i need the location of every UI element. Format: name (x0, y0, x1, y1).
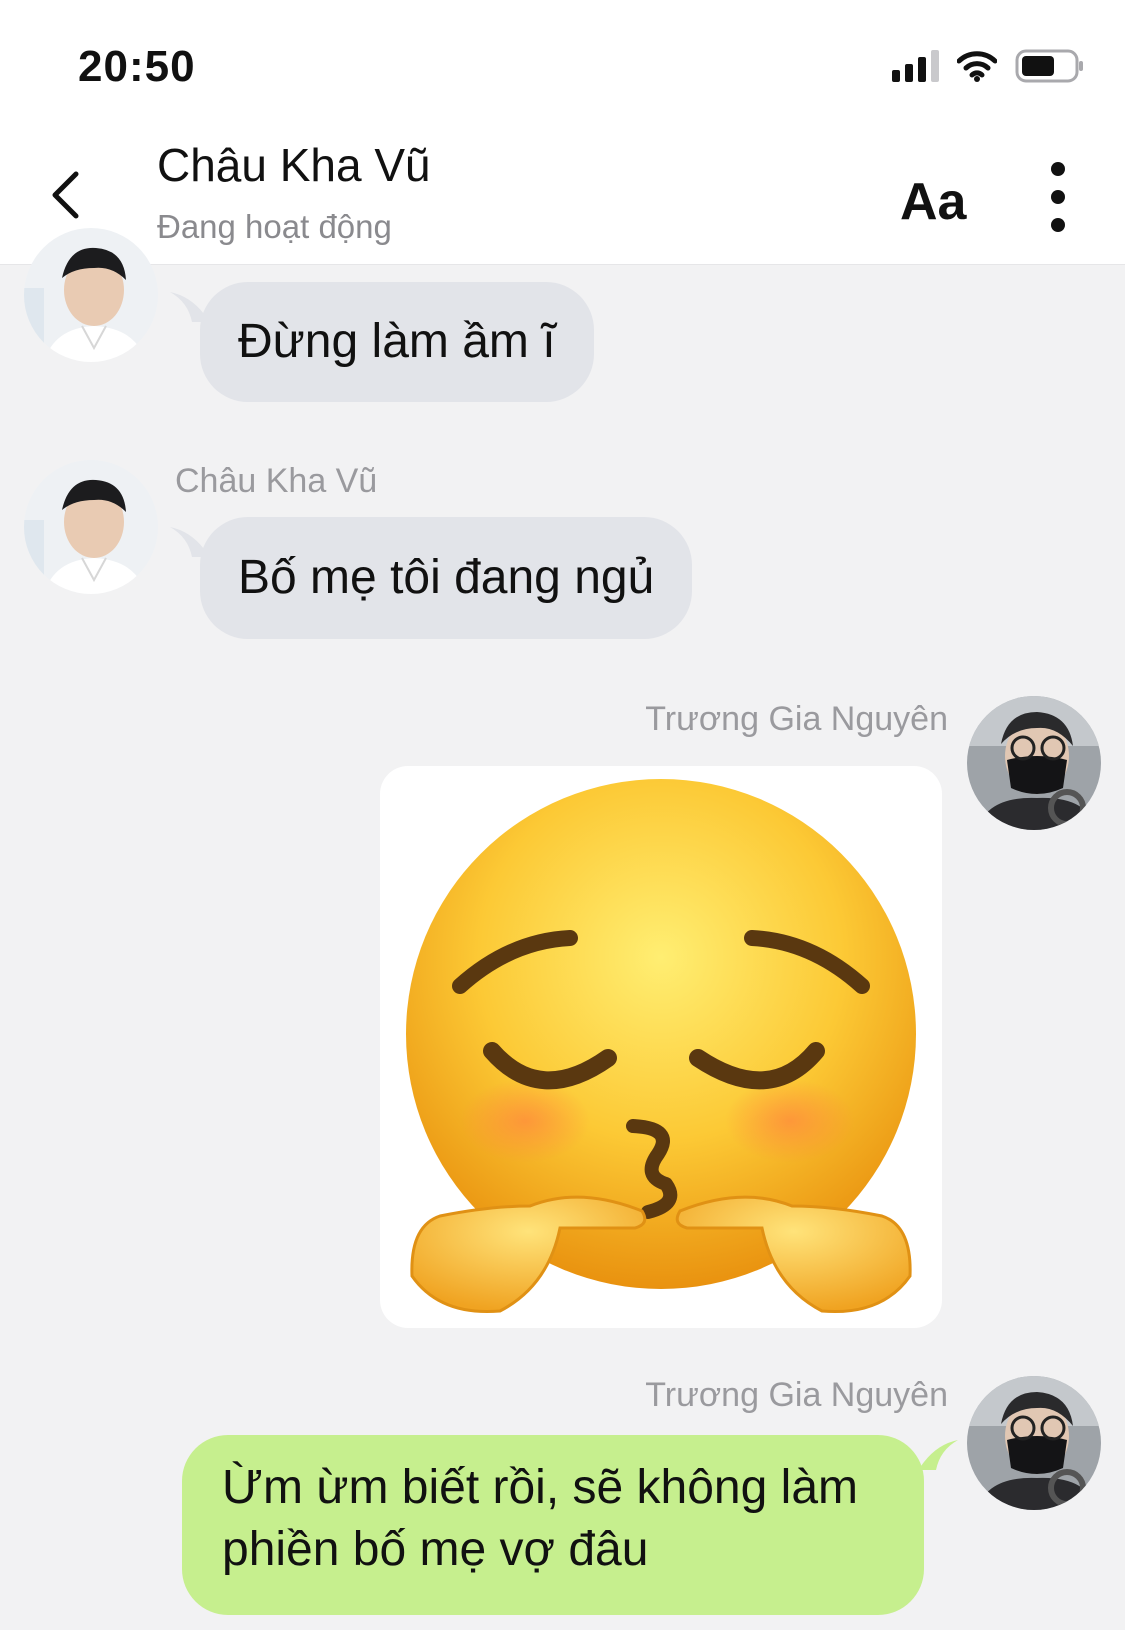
more-dot-icon (1051, 190, 1065, 204)
cellular-signal-icon (892, 50, 939, 82)
status-icons (892, 46, 1085, 86)
message-text: Bố mẹ tôi đang ngủ (238, 551, 655, 604)
more-options-button[interactable] (1040, 162, 1076, 232)
message-bubble-incoming[interactable]: Đừng làm ầm ĩ (200, 282, 594, 402)
more-dot-icon (1051, 218, 1065, 232)
contact-avatar[interactable] (24, 460, 158, 594)
pensive-kiss-emoji-icon (406, 779, 916, 1314)
sender-name: Châu Kha Vũ (175, 462, 378, 500)
font-size-button[interactable]: Aa (900, 172, 966, 232)
back-button[interactable] (40, 165, 90, 225)
contact-name[interactable]: Châu Kha Vũ (157, 138, 431, 192)
status-time: 20:50 (78, 42, 196, 91)
user-avatar[interactable] (967, 1376, 1101, 1510)
sender-name: Trương Gia Nguyên (645, 700, 948, 738)
wifi-icon (957, 51, 997, 82)
contact-avatar[interactable] (24, 228, 158, 362)
user-avatar[interactable] (967, 696, 1101, 830)
contact-status: Đang hoạt động (157, 208, 392, 245)
message-bubble-outgoing[interactable]: Ừm ừm biết rồi, sẽ không làm phiền bố mẹ… (182, 1435, 924, 1615)
message-text: Ừm ừm biết rồi, sẽ không làm (222, 1461, 858, 1514)
message-text: phiền bố mẹ vợ đâu (222, 1523, 649, 1576)
battery-icon (1015, 49, 1083, 83)
sender-name: Trương Gia Nguyên (645, 1376, 948, 1414)
more-dot-icon (1051, 162, 1065, 176)
status-bar: 20:50 (0, 0, 1125, 120)
bubble-tail (918, 1440, 958, 1470)
chat-header: Châu Kha Vũ Đang hoạt động Aa (0, 120, 1125, 265)
chevron-left-icon (52, 171, 79, 219)
message-bubble-incoming[interactable]: Bố mẹ tôi đang ngủ (200, 517, 693, 639)
sticker-message[interactable] (380, 766, 942, 1328)
message-text: Đừng làm ầm ĩ (238, 315, 556, 368)
